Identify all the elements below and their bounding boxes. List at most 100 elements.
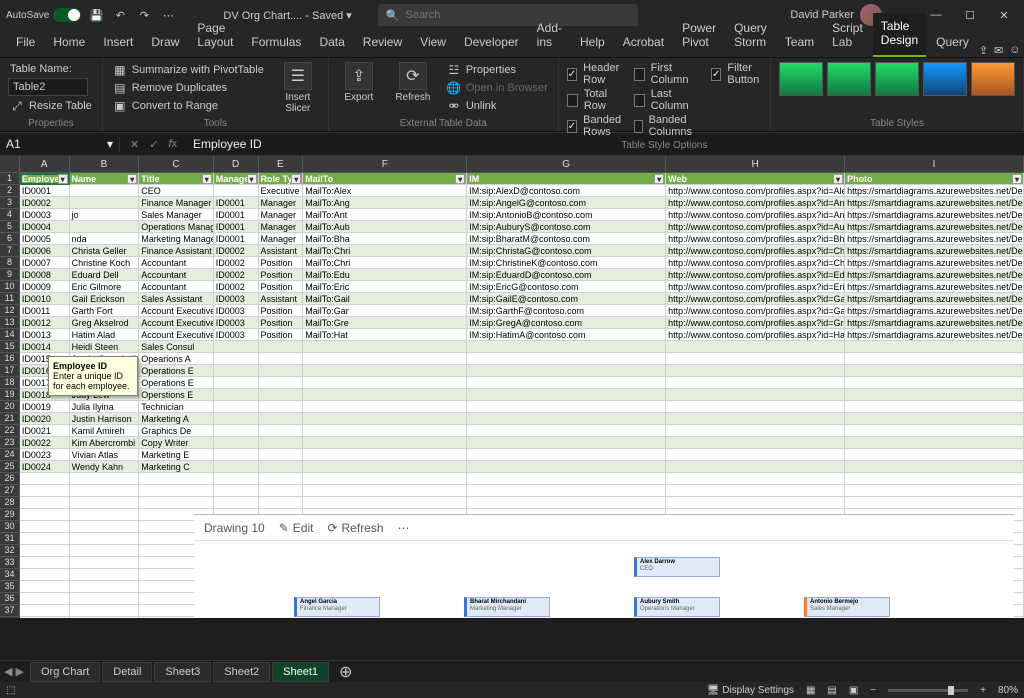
table-cell[interactable]: ID0004 — [20, 221, 70, 233]
table-cell[interactable] — [214, 185, 259, 197]
row-header[interactable]: 24 — [0, 449, 20, 461]
table-properties-button[interactable]: ☳Properties — [445, 62, 550, 78]
table-cell[interactable] — [666, 449, 845, 461]
autosave-toggle[interactable]: AutoSave — [6, 8, 81, 22]
filter-dropdown-icon[interactable]: ▾ — [833, 174, 843, 184]
table-cell[interactable]: IM:sip:ChristineK@contoso.com — [467, 257, 666, 269]
refresh-button[interactable]: ⟳Refresh — [391, 62, 435, 103]
table-cell[interactable]: ID0005 — [20, 233, 70, 245]
table-styles-gallery[interactable] — [779, 62, 1015, 96]
table-cell[interactable]: Marketing C — [139, 461, 214, 473]
table-cell[interactable]: Heidi Steen — [70, 341, 140, 353]
table-cell[interactable] — [845, 413, 1024, 425]
table-cell[interactable] — [303, 413, 467, 425]
table-cell[interactable]: https://smartdiagrams.azurewebsites.net/… — [845, 281, 1024, 293]
row-header[interactable]: 9 — [0, 269, 20, 281]
visio-refresh-button[interactable]: ⟳Refresh — [327, 521, 383, 535]
share-icon[interactable]: ⇪ — [979, 44, 988, 57]
remove-duplicates-button[interactable]: ▤Remove Duplicates — [111, 80, 266, 96]
table-cell[interactable]: ID0002 — [20, 197, 70, 209]
table-cell[interactable] — [70, 185, 140, 197]
table-cell[interactable] — [467, 353, 666, 365]
table-cell[interactable] — [303, 401, 467, 413]
table-cell[interactable]: https://smartdiagrams.azurewebsites.net/… — [845, 209, 1024, 221]
empty-cell[interactable] — [20, 593, 70, 605]
table-cell[interactable] — [467, 449, 666, 461]
empty-cell[interactable] — [259, 485, 304, 497]
row-header[interactable]: 16 — [0, 353, 20, 365]
table-cell[interactable]: https://smartdiagrams.azurewebsites.net/… — [845, 329, 1024, 341]
table-cell[interactable] — [303, 449, 467, 461]
filter-dropdown-icon[interactable]: ▾ — [654, 174, 664, 184]
table-cell[interactable]: MailTo:Aub — [303, 221, 467, 233]
table-cell[interactable]: Assistant — [259, 245, 304, 257]
org-node[interactable]: Aubury SmithOperations Manager — [634, 597, 720, 617]
table-cell[interactable] — [259, 413, 304, 425]
table-cell[interactable]: Position — [259, 329, 304, 341]
table-cell[interactable]: http://www.contoso.com/profiles.aspx?id=… — [666, 197, 845, 209]
minimize-icon[interactable]: — — [922, 4, 950, 26]
cancel-formula-icon[interactable]: ✕ — [130, 138, 139, 151]
row-header[interactable]: 18 — [0, 377, 20, 389]
table-cell[interactable] — [70, 197, 140, 209]
resize-table-button[interactable]: ⤢Resize Table — [8, 98, 94, 114]
visio-edit-button[interactable]: ✎Edit — [279, 521, 314, 535]
filter-dropdown-icon[interactable]: ▾ — [202, 174, 212, 184]
table-cell[interactable]: IM:sip:ChristaG@contoso.com — [467, 245, 666, 257]
table-cell[interactable]: https://smartdiagrams.azurewebsites.net/… — [845, 293, 1024, 305]
table-cell[interactable] — [467, 377, 666, 389]
sheet-tab[interactable]: Sheet3 — [154, 662, 211, 682]
tab-help[interactable]: Help — [572, 29, 613, 57]
zoom-slider[interactable] — [888, 689, 968, 692]
table-cell[interactable] — [666, 389, 845, 401]
table-header-cell[interactable]: Photo▾ — [845, 173, 1024, 185]
table-cell[interactable]: MailTo:Chri — [303, 245, 467, 257]
table-cell[interactable]: Operations Manager — [139, 221, 214, 233]
empty-cell[interactable] — [845, 497, 1024, 509]
table-header-cell[interactable]: Title▾ — [139, 173, 214, 185]
row-header[interactable]: 2 — [0, 185, 20, 197]
table-cell[interactable]: Gail Erickson — [70, 293, 140, 305]
undo-icon[interactable]: ↶ — [111, 6, 129, 24]
tab-review[interactable]: Review — [355, 29, 410, 57]
org-node[interactable]: Alex DarrowCEO — [634, 557, 720, 577]
table-cell[interactable]: ID0001 — [20, 185, 70, 197]
empty-cell[interactable] — [845, 485, 1024, 497]
empty-cell[interactable] — [214, 497, 259, 509]
table-cell[interactable]: https://smartdiagrams.azurewebsites.net/… — [845, 269, 1024, 281]
row-header[interactable]: 31 — [0, 533, 20, 545]
table-cell[interactable]: Garth Fort — [70, 305, 140, 317]
table-cell[interactable]: http://www.contoso.com/profiles.aspx?id=… — [666, 233, 845, 245]
empty-cell[interactable] — [467, 485, 666, 497]
row-header[interactable]: 19 — [0, 389, 20, 401]
table-cell[interactable] — [303, 341, 467, 353]
row-header[interactable]: 12 — [0, 305, 20, 317]
tab-query-storm[interactable]: Query Storm — [726, 15, 775, 57]
table-cell[interactable]: IM:sip:AngelG@contoso.com — [467, 197, 666, 209]
table-cell[interactable]: MailTo:Gar — [303, 305, 467, 317]
select-all-corner[interactable] — [0, 156, 20, 173]
row-header[interactable]: 7 — [0, 245, 20, 257]
row-header[interactable]: 13 — [0, 317, 20, 329]
table-cell[interactable]: Account Executive — [139, 317, 214, 329]
table-cell[interactable] — [467, 461, 666, 473]
row-header[interactable]: 3 — [0, 197, 20, 209]
column-header[interactable]: C — [139, 156, 214, 173]
display-settings-button[interactable]: 🖥 Display Settings — [707, 685, 794, 696]
table-cell[interactable] — [70, 221, 140, 233]
style-swatch[interactable] — [827, 62, 871, 96]
table-cell[interactable]: IM:sip:GailE@contoso.com — [467, 293, 666, 305]
table-cell[interactable] — [259, 449, 304, 461]
column-header[interactable]: H — [666, 156, 845, 173]
table-cell[interactable]: Executive — [259, 185, 304, 197]
table-cell[interactable]: Marketing Manager — [139, 233, 214, 245]
empty-cell[interactable] — [20, 557, 70, 569]
empty-cell[interactable] — [20, 545, 70, 557]
style-swatch[interactable] — [779, 62, 823, 96]
empty-cell[interactable] — [70, 605, 140, 617]
tab-page-layout[interactable]: Page Layout — [189, 15, 241, 57]
summarize-pivot-button[interactable]: ▦Summarize with PivotTable — [111, 62, 266, 78]
view-normal-icon[interactable]: ▦ — [806, 685, 815, 696]
table-cell[interactable]: http://www.contoso.com/profiles.aspx?id=… — [666, 221, 845, 233]
row-header[interactable]: 27 — [0, 485, 20, 497]
